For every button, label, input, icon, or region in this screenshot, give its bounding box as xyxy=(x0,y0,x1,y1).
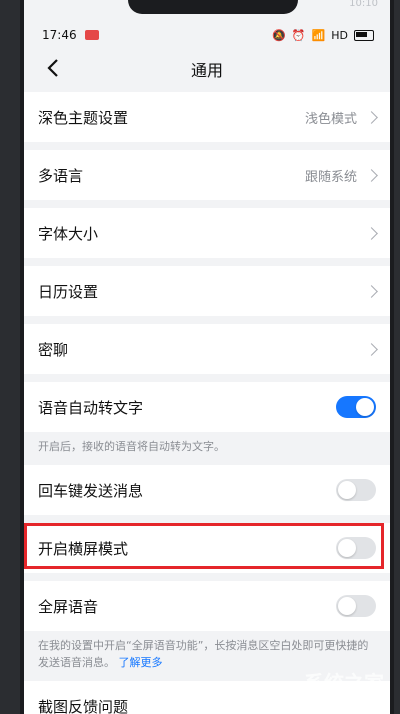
watermark-text-large: 系统之家 xyxy=(304,671,384,695)
row-voice-to-text: 语音自动转文字 xyxy=(24,382,390,432)
notification-badge-icon xyxy=(84,30,99,40)
row-label: 密聊 xyxy=(38,340,69,359)
status-time: 17:46 xyxy=(42,28,77,42)
back-arrow-icon xyxy=(47,59,58,77)
row-language[interactable]: 多语言 跟随系统 xyxy=(24,150,390,200)
row-label: 语音自动转文字 xyxy=(38,398,144,417)
row-label: 回车键发送消息 xyxy=(38,481,144,500)
row-calendar[interactable]: 日历设置 xyxy=(24,266,390,316)
phone-screen: 10:10 17:46 🔕 ⏰ 📶 HD 通用 深色主题设置 浅色模式 多语言 … xyxy=(20,0,394,714)
row-label: 日历设置 xyxy=(38,282,99,301)
network-label: HD xyxy=(331,28,348,42)
row-label: 截图反馈问题 xyxy=(38,697,129,714)
row-label: 字体大小 xyxy=(38,224,99,243)
chevron-right-icon xyxy=(365,226,378,240)
landscape-toggle[interactable] xyxy=(336,537,376,559)
row-secret-chat[interactable]: 密聊 xyxy=(24,324,390,374)
fullscreen-voice-toggle[interactable] xyxy=(336,595,376,617)
row-landscape-mode: 开启横屏模式 xyxy=(24,523,390,573)
ghost-clock: 10:10 xyxy=(349,0,378,9)
nav-bar: 通用 xyxy=(24,52,390,86)
row-label: 多语言 xyxy=(38,166,84,185)
row-label: 深色主题设置 xyxy=(38,108,129,127)
chevron-right-icon xyxy=(365,110,378,124)
wifi-icon: 📶 xyxy=(311,28,326,42)
row-dark-theme[interactable]: 深色主题设置 浅色模式 xyxy=(24,92,390,142)
watermark-text-small: XITONGZHIJIA.NET xyxy=(292,697,384,708)
battery-icon xyxy=(354,29,374,41)
back-button[interactable] xyxy=(40,54,66,82)
alarm-icon: ⏰ xyxy=(291,28,306,42)
fullscreen-voice-hint-text: 在我的设置中开启“全屏语音功能”，长按消息区空白处即可更快捷的发送语音消息。 xyxy=(38,639,369,669)
chevron-right-icon xyxy=(365,168,378,182)
toggle-knob xyxy=(338,539,356,557)
toggle-knob xyxy=(356,398,374,416)
row-font-size[interactable]: 字体大小 xyxy=(24,208,390,258)
row-value: 跟随系统 xyxy=(304,169,357,185)
row-fullscreen-voice: 全屏语音 xyxy=(24,581,390,631)
chevron-right-icon xyxy=(365,284,378,298)
learn-more-link[interactable]: 了解更多 xyxy=(119,656,163,669)
row-enter-send: 回车键发送消息 xyxy=(24,465,390,515)
status-bar: 17:46 🔕 ⏰ 📶 HD xyxy=(24,18,390,52)
toggle-knob xyxy=(338,481,356,499)
row-label: 全屏语音 xyxy=(38,597,99,616)
row-label: 开启横屏模式 xyxy=(38,539,129,558)
page-title: 通用 xyxy=(190,61,223,80)
mute-icon: 🔕 xyxy=(272,28,286,42)
settings-list: 深色主题设置 浅色模式 多语言 跟随系统 字体大小 日历设置 密聊 语音自动转文… xyxy=(24,92,390,714)
toggle-knob xyxy=(338,597,356,615)
chevron-right-icon xyxy=(365,342,378,356)
enter-send-toggle[interactable] xyxy=(336,479,376,501)
voice-to-text-toggle[interactable] xyxy=(336,396,376,418)
phone-notch xyxy=(128,0,298,14)
voice-to-text-hint: 开启后，接收的语音将自动转为文字。 xyxy=(38,440,225,453)
status-icons: 🔕 ⏰ 📶 HD xyxy=(272,29,374,42)
row-value: 浅色模式 xyxy=(304,111,357,127)
